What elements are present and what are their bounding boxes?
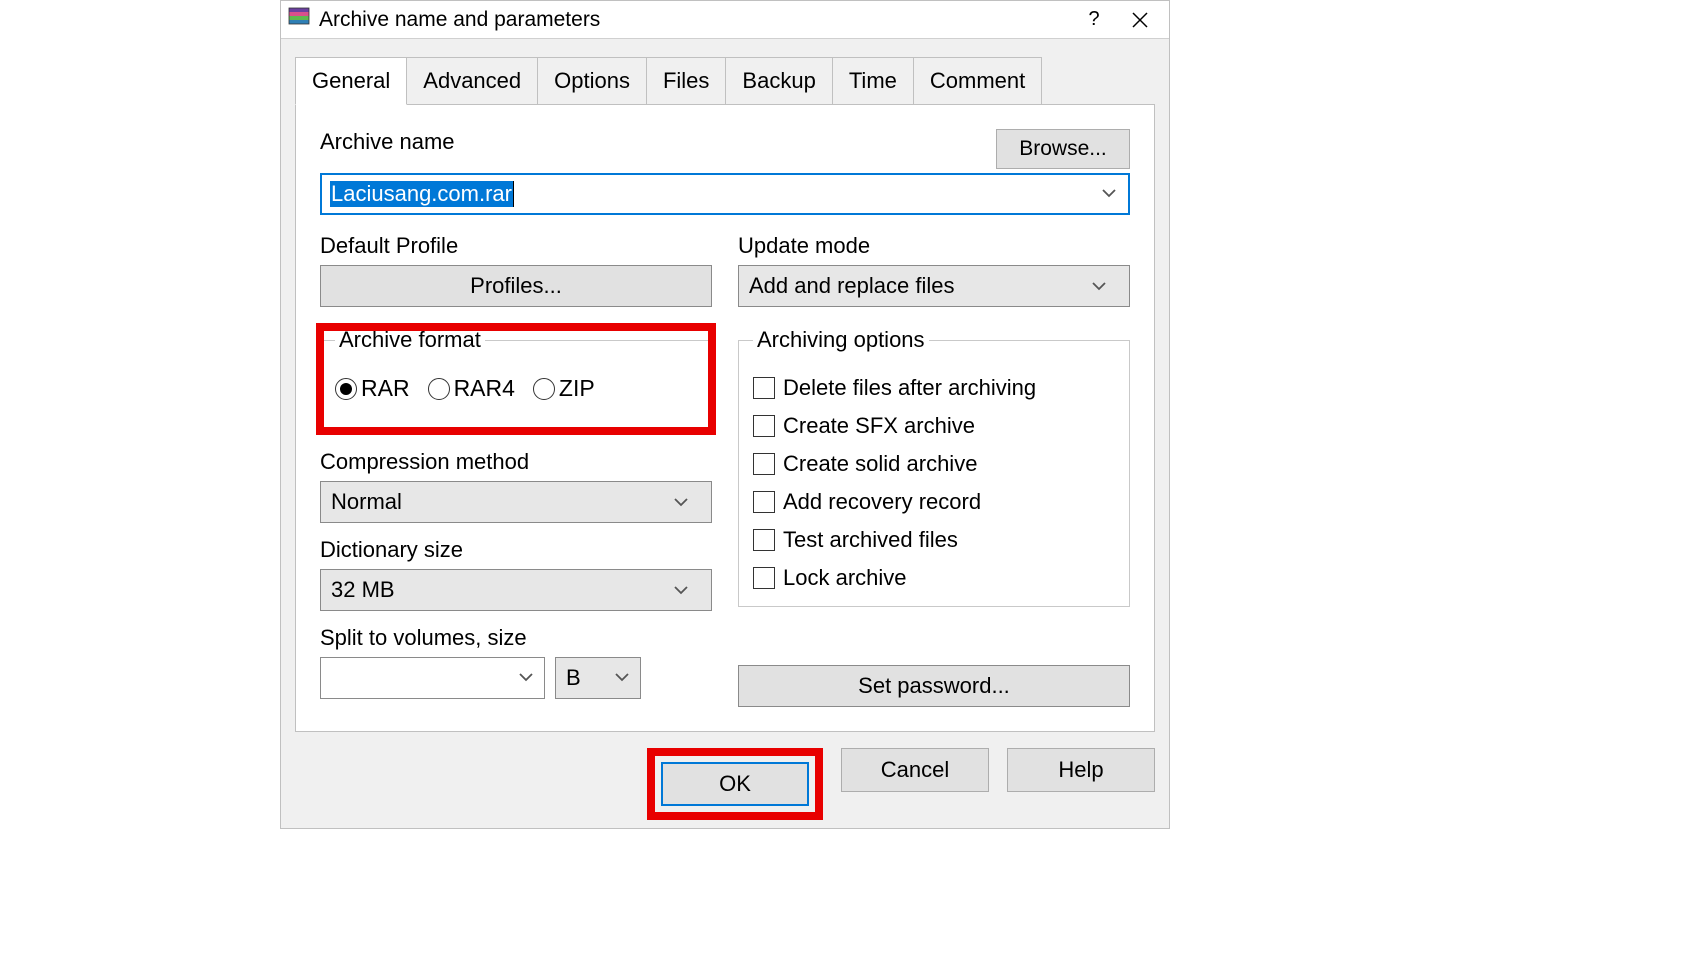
general-panel: Browse... Archive name Laciusang.com.rar… [295,104,1155,732]
ok-highlight: OK [647,748,823,820]
winrar-icon [287,6,311,33]
format-rar-radio[interactable]: RAR [335,375,410,402]
volume-unit-select[interactable]: B [555,657,641,699]
opt-add-recovery[interactable]: Add recovery record [753,489,1115,515]
update-mode-label: Update mode [738,233,1130,259]
format-zip-radio[interactable]: ZIP [533,375,595,402]
ok-button[interactable]: OK [661,762,809,806]
archive-format-group: Archive format RAR RAR4 ZIP [320,327,712,431]
opt-create-sfx[interactable]: Create SFX archive [753,413,1115,439]
split-volumes-label: Split to volumes, size [320,625,712,651]
archive-name-value: Laciusang.com.rar [330,181,513,207]
tab-advanced[interactable]: Advanced [406,57,538,104]
cancel-button[interactable]: Cancel [841,748,989,792]
format-rar4-radio[interactable]: RAR4 [428,375,515,402]
tab-files[interactable]: Files [646,57,726,104]
volume-size-input[interactable] [320,657,545,699]
tab-comment[interactable]: Comment [913,57,1042,104]
compression-label: Compression method [320,449,712,475]
update-mode-select[interactable]: Add and replace files [738,265,1130,307]
archive-name-input[interactable]: Laciusang.com.rar [320,173,1130,215]
default-profile-label: Default Profile [320,233,712,259]
dialog-title: Archive name and parameters [319,8,1071,32]
set-password-button[interactable]: Set password... [738,665,1130,707]
profiles-button[interactable]: Profiles... [320,265,712,307]
tabs: General Advanced Options Files Backup Ti… [295,57,1169,104]
compression-select[interactable]: Normal [320,481,712,523]
help-button[interactable]: Help [1007,748,1155,792]
opt-delete-after[interactable]: Delete files after archiving [753,375,1115,401]
archive-dialog: Archive name and parameters ? General Ad… [280,0,1170,829]
archive-format-label: Archive format [335,327,485,353]
browse-button[interactable]: Browse... [996,129,1130,169]
opt-lock-archive[interactable]: Lock archive [753,565,1115,591]
opt-create-solid[interactable]: Create solid archive [753,451,1115,477]
close-icon[interactable] [1117,4,1163,36]
archiving-options-group: Archiving options Delete files after arc… [738,327,1130,607]
chevron-down-icon[interactable] [1102,185,1116,203]
help-icon[interactable]: ? [1071,4,1117,36]
opt-test-archived[interactable]: Test archived files [753,527,1115,553]
dictionary-label: Dictionary size [320,537,712,563]
tab-time[interactable]: Time [832,57,914,104]
archiving-options-label: Archiving options [753,327,929,353]
tab-general[interactable]: General [295,57,407,105]
tab-backup[interactable]: Backup [725,57,832,104]
dictionary-select[interactable]: 32 MB [320,569,712,611]
dialog-footer: OK Cancel Help [281,732,1169,828]
titlebar: Archive name and parameters ? [281,1,1169,39]
tab-options[interactable]: Options [537,57,647,104]
